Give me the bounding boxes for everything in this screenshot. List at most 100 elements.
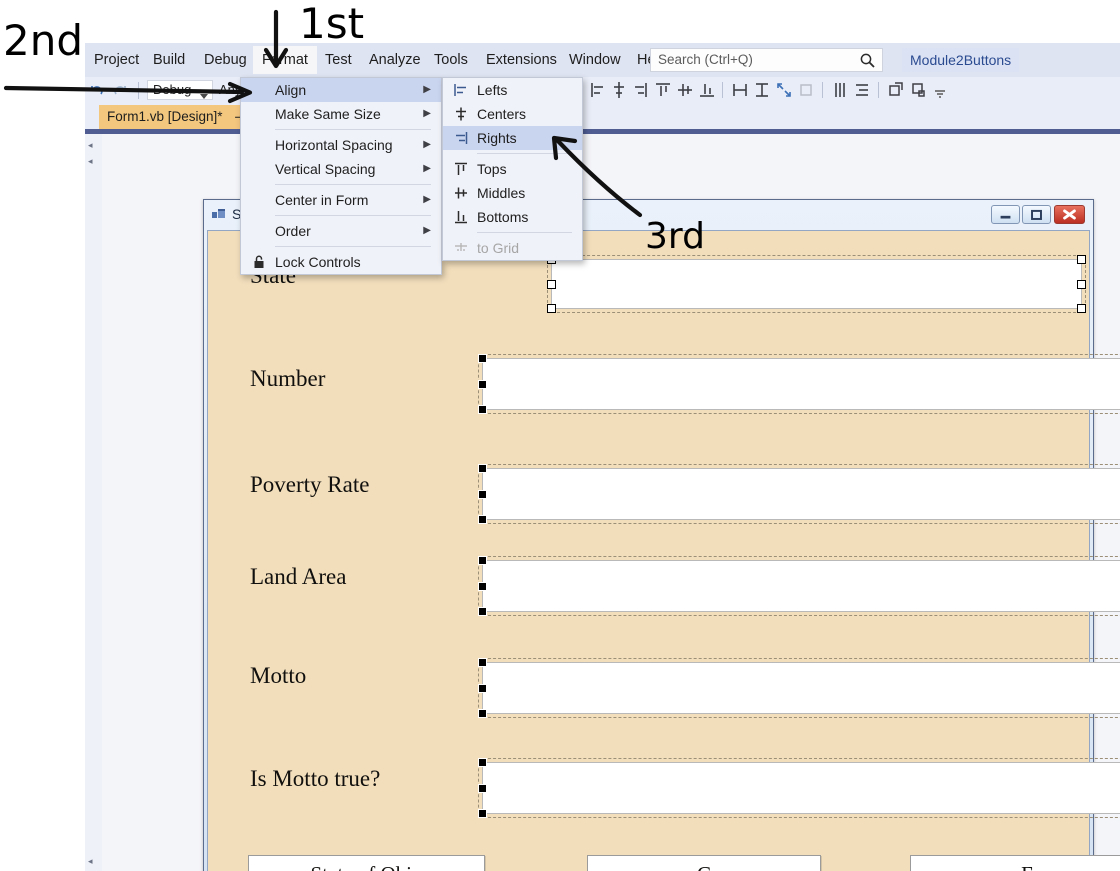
resize-handle-middle-left[interactable]: [478, 581, 487, 591]
menu-build[interactable]: Build: [144, 46, 194, 74]
menu-test[interactable]: Test: [316, 46, 361, 74]
submenu-item-lefts-label: Lefts: [477, 82, 508, 98]
make-same-width-icon[interactable]: [730, 79, 750, 101]
resize-handle-bottom-left[interactable]: [478, 405, 487, 414]
search-input[interactable]: Search (Ctrl+Q): [650, 48, 883, 72]
form-client-area[interactable]: State Number Poverty Rate Land Area Mott…: [207, 230, 1120, 871]
vertical-spacing-icon[interactable]: [852, 79, 872, 101]
chevron-down-icon[interactable]: [200, 87, 208, 105]
menu-item-horizontal-spacing[interactable]: Horizontal Spacing ▶: [241, 133, 441, 157]
menu-item-lock-controls[interactable]: Lock Controls: [241, 250, 441, 274]
strip-glyph-server-explorer[interactable]: ◂: [88, 156, 93, 167]
label-motto[interactable]: Motto: [250, 663, 306, 689]
submenu-item-rights[interactable]: Rights: [443, 126, 582, 150]
menu-item-horizontal-spacing-label: Horizontal Spacing: [275, 137, 393, 153]
send-to-back-icon[interactable]: [908, 79, 928, 101]
solution-configuration-dropdown[interactable]: Debug: [147, 80, 213, 100]
resize-handle-bottom-left[interactable]: [478, 515, 487, 524]
align-rights-icon[interactable]: [630, 79, 650, 101]
resize-handle-bottom-right[interactable]: [1077, 304, 1086, 313]
align-lefts-icon[interactable]: [588, 79, 608, 101]
state-of-ohio-button[interactable]: State of Ohio: [248, 855, 485, 871]
align-bottoms-icon[interactable]: [697, 79, 717, 101]
format-dropdown-menu[interactable]: Align ▶ Make Same Size ▶ Horizontal Spac…: [240, 77, 442, 275]
menu-tools[interactable]: Tools: [425, 46, 477, 74]
menu-debug[interactable]: Debug: [195, 46, 256, 74]
menu-separator: [275, 246, 431, 247]
menu-project[interactable]: Project: [85, 46, 148, 74]
menu-format[interactable]: Format: [253, 46, 317, 74]
menu-item-order[interactable]: Order ▶: [241, 219, 441, 243]
resize-handle-middle-left[interactable]: [478, 683, 487, 693]
menu-window[interactable]: Window: [560, 46, 630, 74]
textbox-land-area-selection[interactable]: [478, 556, 1120, 616]
chevron-right-icon: ▶: [423, 139, 431, 150]
submenu-item-centers[interactable]: Centers: [443, 102, 582, 126]
close-button[interactable]: [1054, 205, 1085, 224]
textbox-poverty-rate-selection[interactable]: [478, 464, 1120, 524]
menu-item-lock-controls-label: Lock Controls: [275, 254, 361, 270]
magnifier-icon[interactable]: [859, 52, 876, 69]
align-submenu[interactable]: Lefts Centers Rights Tops Middles Bottom…: [442, 77, 583, 261]
make-same-size-icon[interactable]: [774, 79, 794, 101]
resize-handle-bottom-left[interactable]: [547, 304, 556, 313]
textbox-number-selection[interactable]: [478, 354, 1120, 414]
align-middles-icon[interactable]: [675, 79, 695, 101]
textbox-motto-selection[interactable]: [478, 658, 1120, 718]
align-centers-icon[interactable]: [609, 79, 629, 101]
bring-to-front-icon[interactable]: [886, 79, 906, 101]
resize-handle-top-left[interactable]: [478, 464, 487, 473]
submenu-item-tops[interactable]: Tops: [443, 157, 582, 181]
submenu-item-bottoms[interactable]: Bottoms: [443, 205, 582, 229]
resize-handle-middle-left[interactable]: [478, 489, 487, 499]
resize-handle-middle-left[interactable]: [478, 379, 487, 389]
resize-handle-top-left[interactable]: [478, 658, 487, 667]
resize-handle-top-left[interactable]: [478, 354, 487, 363]
menu-item-center-in-form[interactable]: Center in Form ▶: [241, 188, 441, 212]
selection-outline: [478, 758, 1120, 818]
visual-studio-shell: Project Build Debug Format Test Analyze …: [85, 43, 1120, 871]
resize-handle-top-right[interactable]: [1077, 255, 1086, 264]
submenu-item-lefts[interactable]: Lefts: [443, 78, 582, 102]
horizontal-spacing-icon[interactable]: [830, 79, 850, 101]
label-is-motto-true[interactable]: Is Motto true?: [250, 766, 380, 792]
resize-handle-top-left[interactable]: [478, 758, 487, 767]
menu-item-make-same-size[interactable]: Make Same Size ▶: [241, 102, 441, 126]
strip-glyph-toolbox[interactable]: ◂: [88, 140, 93, 151]
menu-analyze[interactable]: Analyze: [360, 46, 430, 74]
submenu-item-middles[interactable]: Middles: [443, 181, 582, 205]
make-same-height-icon[interactable]: [752, 79, 772, 101]
textbox-is-motto-true-selection[interactable]: [478, 758, 1120, 818]
undo-arrow-icon[interactable]: [87, 81, 106, 104]
menu-item-align[interactable]: Align ▶: [241, 78, 441, 102]
tool-window-strip: ◂ ◂ ◂: [85, 134, 102, 871]
toolbar-separator: [138, 82, 139, 99]
strip-glyph-output[interactable]: ◂: [88, 856, 93, 867]
resize-handle-middle-right[interactable]: [1077, 279, 1086, 289]
selection-outline: [478, 556, 1120, 616]
exit-button[interactable]: Exit: [910, 855, 1120, 871]
resize-handle-top-left[interactable]: [478, 556, 487, 565]
align-centers-icon: [452, 105, 470, 123]
main-menu-bar: Project Build Debug Format Test Analyze …: [85, 43, 1120, 77]
toolbar-overflow-icon[interactable]: [930, 79, 950, 101]
label-number[interactable]: Number: [250, 366, 325, 392]
exit-button-label: Exit: [911, 856, 1120, 871]
align-tops-icon[interactable]: [653, 79, 673, 101]
menu-item-vertical-spacing[interactable]: Vertical Spacing ▶: [241, 157, 441, 181]
clear-button[interactable]: Clear: [587, 855, 821, 871]
label-poverty-rate[interactable]: Poverty Rate: [250, 472, 369, 498]
maximize-button[interactable]: [1022, 205, 1051, 224]
chevron-right-icon: ▶: [423, 163, 431, 174]
menu-item-order-label: Order: [275, 223, 311, 239]
resize-handle-bottom-left[interactable]: [478, 709, 487, 718]
resize-handle-bottom-left[interactable]: [478, 809, 487, 818]
label-land-area[interactable]: Land Area: [250, 564, 346, 590]
resize-handle-middle-left[interactable]: [547, 279, 556, 289]
resize-handle-middle-left[interactable]: [478, 783, 487, 793]
minimize-button[interactable]: [991, 205, 1020, 224]
toolbar-separator: [822, 82, 823, 98]
textbox-state-selection[interactable]: [547, 255, 1086, 313]
menu-extensions[interactable]: Extensions: [477, 46, 566, 74]
resize-handle-bottom-left[interactable]: [478, 607, 487, 616]
